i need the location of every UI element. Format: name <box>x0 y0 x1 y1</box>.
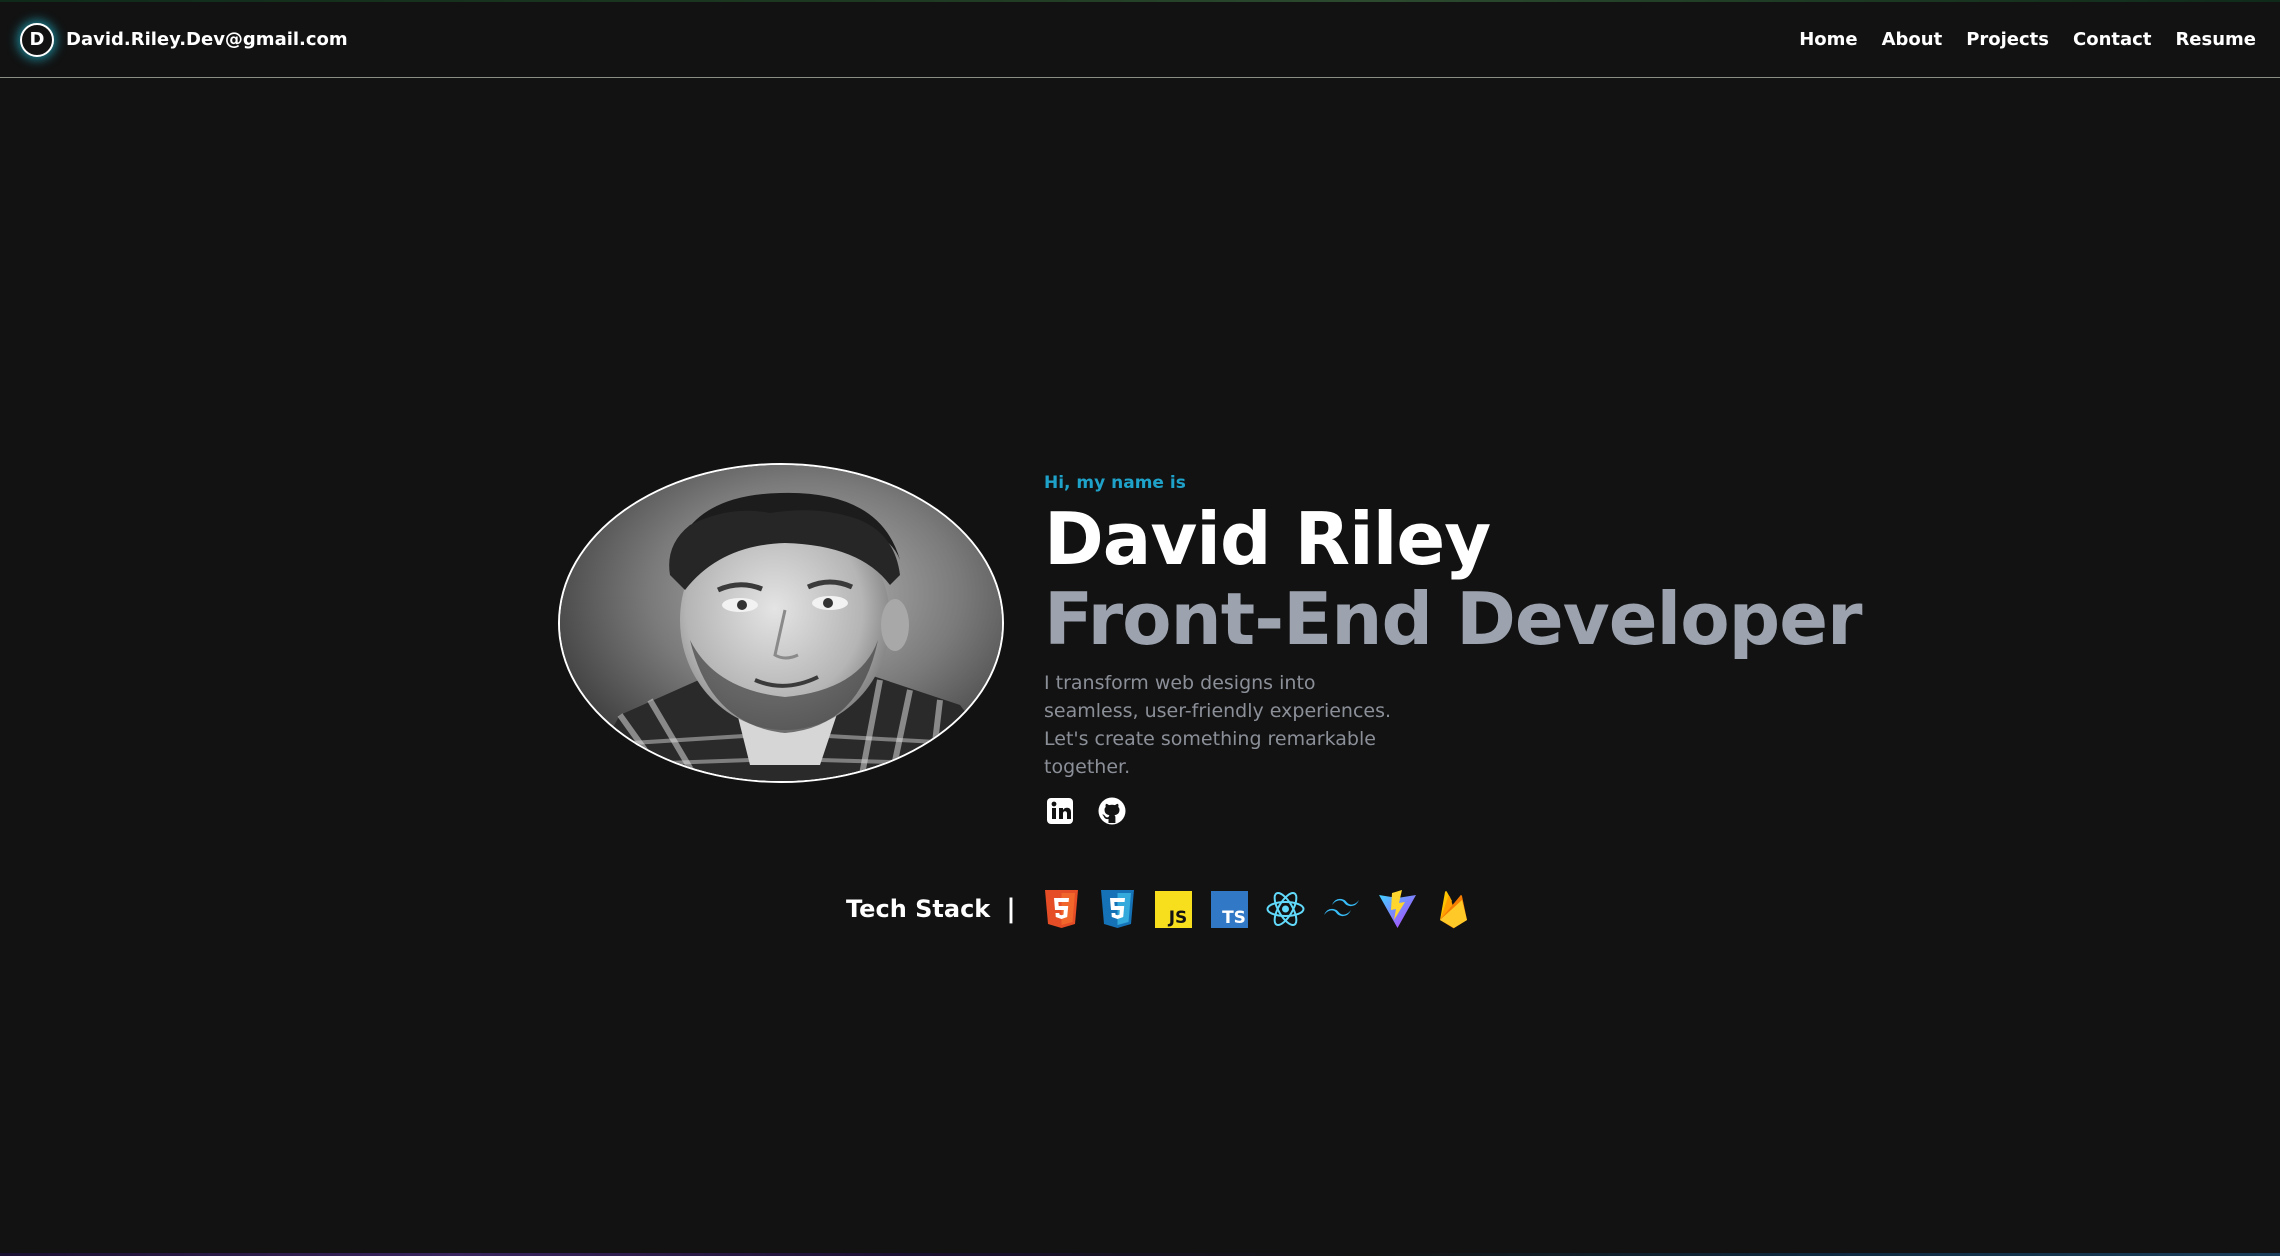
nav-home[interactable]: Home <box>1799 29 1857 50</box>
typescript-icon-text: TS <box>1222 908 1246 928</box>
portfolio-page: D David.Riley.Dev@gmail.com Home About P… <box>0 0 2280 1256</box>
nav-about[interactable]: About <box>1882 29 1943 50</box>
hero-name: David Riley <box>1044 497 1491 581</box>
hero-section: Hi, my name is David Riley Front-End Dev… <box>558 463 1863 827</box>
vite-icon <box>1378 890 1416 928</box>
firebase-icon <box>1439 891 1467 929</box>
tech-stack-label: Tech Stack <box>846 895 991 923</box>
logo-icon[interactable]: D <box>20 22 54 57</box>
javascript-icon: JS <box>1154 891 1192 928</box>
tech-stack: Tech Stack | JS TS <box>846 888 1473 930</box>
hero-role: Front-End Developer <box>1044 577 1863 661</box>
javascript-icon-text: JS <box>1167 908 1187 928</box>
profile-photo <box>558 463 1004 783</box>
tailwind-icon <box>1323 898 1359 917</box>
nav-contact[interactable]: Contact <box>2073 29 2151 50</box>
react-icon <box>1266 892 1305 926</box>
html5-icon <box>1044 890 1078 928</box>
github-icon[interactable] <box>1096 795 1128 827</box>
tech-stack-icons: JS TS <box>1042 888 1473 930</box>
css3-icon <box>1100 890 1134 928</box>
nav-projects[interactable]: Projects <box>1966 29 2049 50</box>
brand[interactable]: D David.Riley.Dev@gmail.com <box>20 22 348 57</box>
social-links <box>1044 795 1862 827</box>
greeting: Hi, my name is <box>1044 473 1186 493</box>
linkedin-icon[interactable] <box>1044 795 1076 827</box>
profile-photo-illustration <box>560 465 1002 781</box>
tech-stack-separator: | <box>1006 894 1016 924</box>
brand-email[interactable]: David.Riley.Dev@gmail.com <box>66 29 348 50</box>
hero-text: Hi, my name is David Riley Front-End Dev… <box>1044 467 1863 827</box>
hero-blurb: I transform web designs into seamless, u… <box>1044 672 1392 778</box>
typescript-icon: TS <box>1210 891 1248 928</box>
nav-links: Home About Projects Contact Resume <box>1799 29 2256 50</box>
nav-resume[interactable]: Resume <box>2175 29 2256 50</box>
navbar: D David.Riley.Dev@gmail.com Home About P… <box>0 2 2280 78</box>
